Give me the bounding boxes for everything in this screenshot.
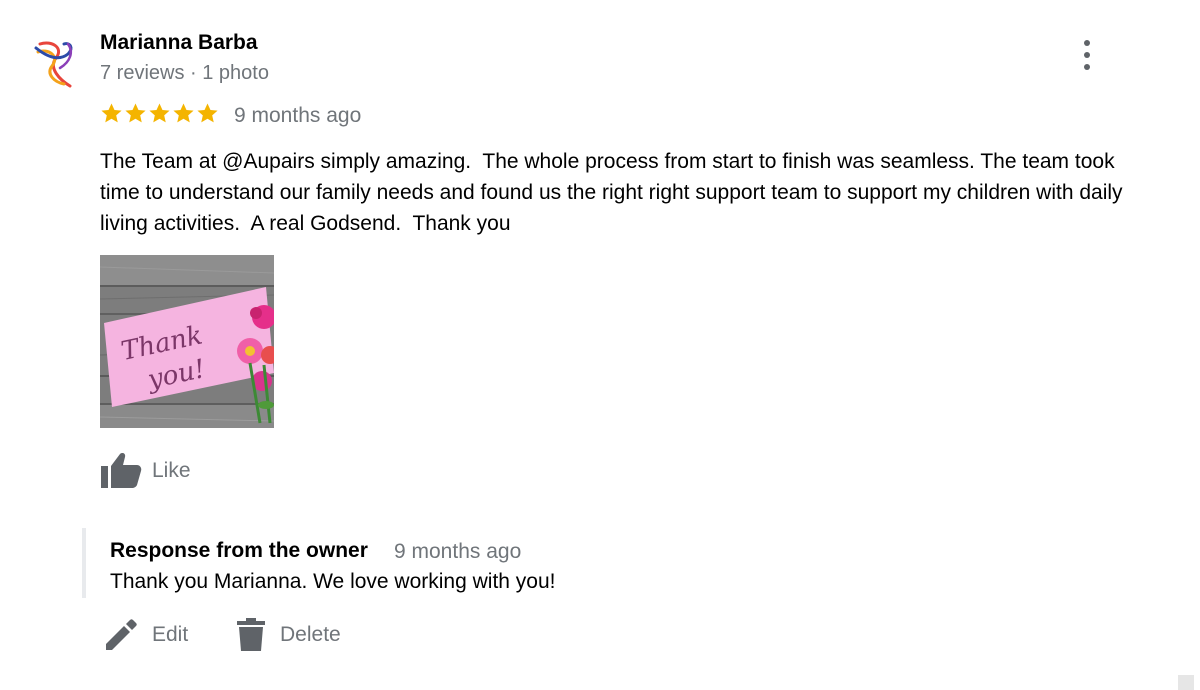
- delete-button[interactable]: Delete: [236, 618, 341, 652]
- star-icon: [125, 103, 146, 123]
- trash-icon: [237, 618, 265, 651]
- ribbon-logo-icon: [34, 41, 73, 88]
- edit-button[interactable]: Edit: [104, 618, 188, 652]
- owner-response-text: Thank you Marianna. We love working with…: [110, 570, 556, 593]
- delete-label: Delete: [280, 623, 341, 646]
- review-time: 9 months ago: [234, 104, 362, 127]
- edit-label: Edit: [152, 623, 189, 646]
- more-vert-icon: [1084, 40, 1090, 46]
- review-photo[interactable]: Thank you!: [100, 255, 274, 428]
- star-icon: [173, 103, 194, 123]
- more-vert-icon-dot: [1084, 64, 1090, 70]
- star-icon: [197, 103, 218, 123]
- corner-decoration: [1178, 675, 1194, 690]
- reviewer-name[interactable]: Marianna Barba: [100, 31, 258, 55]
- owner-response: Response from the owner 9 months ago Tha…: [82, 528, 786, 598]
- thumbs-up-icon: [101, 453, 142, 488]
- reviewer-meta: 7 reviews · 1 photo: [100, 62, 269, 84]
- thank-you-card-image: Thank you!: [100, 255, 274, 428]
- owner-response-title: Response from the owner: [110, 539, 368, 562]
- star-icon: [149, 103, 170, 123]
- like-button[interactable]: Like: [100, 452, 191, 490]
- star-icon: [101, 103, 122, 123]
- more-vert-icon-dot: [1084, 52, 1090, 58]
- more-options-button[interactable]: [1072, 36, 1102, 74]
- owner-response-time: 9 months ago: [394, 540, 522, 563]
- reviewer-avatar[interactable]: [30, 34, 82, 90]
- like-label: Like: [152, 459, 191, 482]
- review-text: The Team at @Aupairs simply amazing. The…: [100, 150, 1129, 235]
- star-rating: [100, 102, 219, 125]
- pencil-icon: [106, 619, 137, 650]
